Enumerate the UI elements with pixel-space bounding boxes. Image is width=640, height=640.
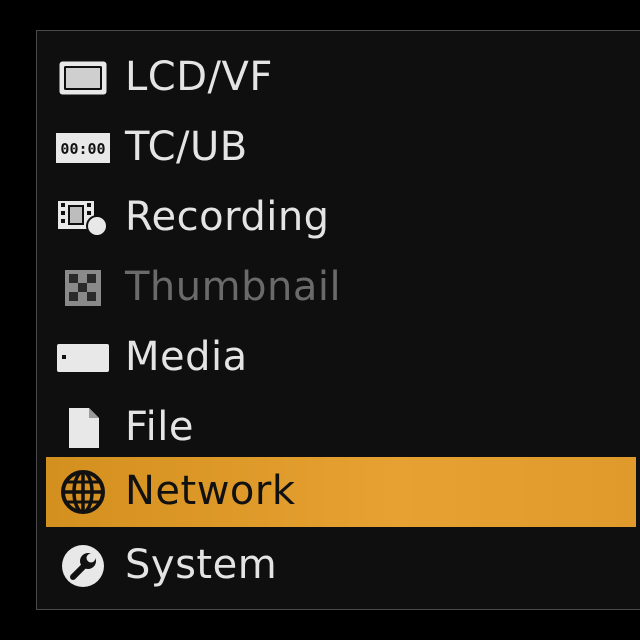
film-record-icon <box>56 196 110 240</box>
file-icon <box>56 406 110 450</box>
menu-panel: LCD/VF 00:00 TC/UB Recording Thumbnail M… <box>36 30 640 610</box>
menu-item-system[interactable]: System <box>46 531 636 601</box>
thumbnail-grid-icon <box>56 266 110 310</box>
menu-item-label: Thumbnail <box>125 264 342 311</box>
media-card-icon <box>56 336 110 380</box>
lcd-screen-icon <box>56 56 110 100</box>
menu-item-label: LCD/VF <box>125 54 273 101</box>
menu-item-media[interactable]: Media <box>46 323 636 393</box>
wrench-icon <box>56 544 110 588</box>
globe-icon <box>56 470 110 514</box>
menu-item-file[interactable]: File <box>46 393 636 463</box>
menu-item-label: Network <box>125 468 296 515</box>
menu-item-thumbnail[interactable]: Thumbnail <box>46 253 636 323</box>
menu-item-label: Recording <box>125 194 330 241</box>
menu-item-tc-ub[interactable]: 00:00 TC/UB <box>46 113 636 183</box>
timecode-icon-text: 00:00 <box>60 140 105 158</box>
menu-item-label: File <box>125 404 194 451</box>
menu-item-label: System <box>125 542 278 589</box>
menu-item-lcd-vf[interactable]: LCD/VF <box>46 43 636 113</box>
menu-item-label: Media <box>125 334 248 381</box>
menu-item-network[interactable]: Network <box>46 457 636 527</box>
timecode-icon: 00:00 <box>56 126 110 170</box>
menu-item-label: TC/UB <box>125 124 248 171</box>
menu-item-recording[interactable]: Recording <box>46 183 636 253</box>
